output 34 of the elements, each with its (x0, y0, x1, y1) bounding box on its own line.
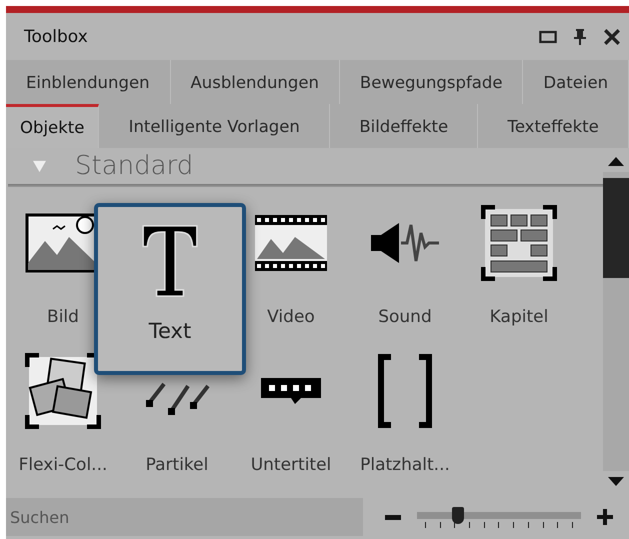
scroll-up-icon[interactable] (608, 156, 624, 166)
search-field[interactable]: Suchen (6, 498, 363, 536)
tab[interactable]: Bewegungspfade (340, 60, 524, 104)
scroll-down-icon[interactable] (608, 477, 624, 487)
window-title: Toolbox (24, 26, 88, 46)
speech-bubble-icon (260, 377, 322, 405)
pin-icon[interactable] (571, 28, 589, 46)
close-icon[interactable] (603, 28, 621, 46)
slider-thumb[interactable] (452, 507, 464, 524)
tab[interactable]: Dateien (523, 60, 629, 104)
item-label: Video (267, 307, 315, 327)
hovered-item-tooltip[interactable]: Text (94, 203, 246, 375)
tab[interactable]: Intelligente Vorlagen (99, 104, 330, 148)
plus-icon[interactable] (597, 509, 613, 525)
zoom-slider[interactable] (417, 504, 581, 530)
photo-stack-icon (25, 353, 101, 429)
grid-layout-icon (481, 205, 557, 281)
object-item[interactable]: Sound (348, 199, 462, 327)
tab[interactable]: Texteffekte (478, 104, 629, 148)
section-header[interactable]: Standard (6, 148, 603, 184)
item-label: Partikel (146, 455, 208, 475)
object-item[interactable]: Platzhalt... (348, 347, 462, 475)
item-label: Kapitel (490, 307, 548, 327)
tab[interactable]: Bildeffekte (330, 104, 478, 148)
item-label: Platzhalt... (360, 455, 450, 475)
object-item[interactable]: Kapitel (462, 199, 576, 327)
item-label: Sound (378, 307, 432, 327)
tab[interactable]: Objekte (6, 104, 100, 148)
item-label: Bild (47, 307, 79, 327)
tab[interactable]: Ausblendungen (170, 60, 340, 104)
scroll-thumb[interactable] (603, 178, 629, 278)
item-label: Untertitel (250, 455, 332, 475)
tab[interactable]: Einblendungen (6, 60, 171, 104)
item-label: Flexi-Col... (18, 455, 108, 475)
